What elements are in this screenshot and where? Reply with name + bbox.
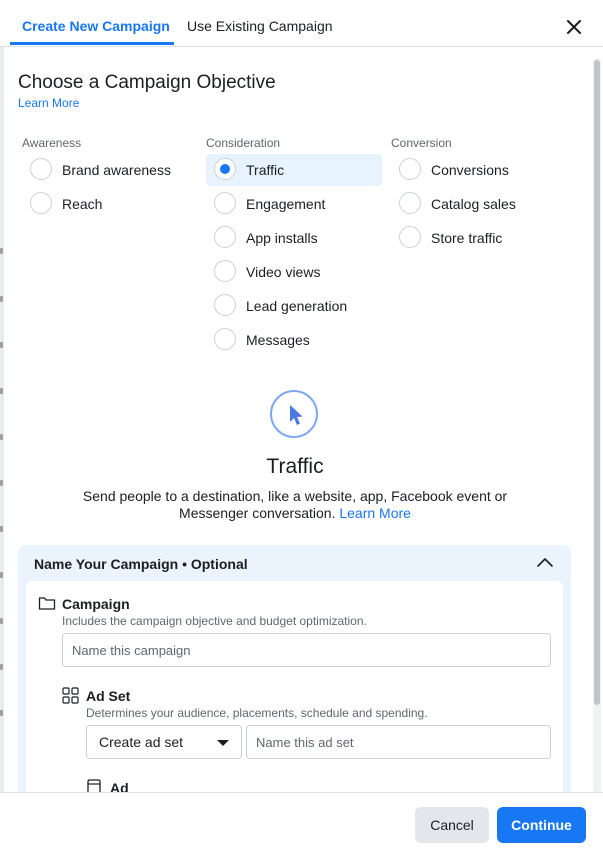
dialog-footer: Cancel Continue bbox=[0, 792, 603, 852]
column-title-consideration: Consideration bbox=[206, 136, 281, 150]
objective-description-text: Send people to a destination, like a web… bbox=[82, 488, 508, 521]
scrollbar[interactable] bbox=[593, 58, 601, 793]
objective-store-traffic[interactable]: Store traffic bbox=[391, 222, 567, 254]
objective-app-installs[interactable]: App installs bbox=[206, 222, 382, 254]
objective-label: Catalog sales bbox=[431, 196, 516, 212]
cancel-button[interactable]: Cancel bbox=[415, 807, 489, 843]
column-title-conversion: Conversion bbox=[391, 136, 452, 150]
objective-conversions[interactable]: Conversions bbox=[391, 154, 567, 186]
ad-set-description: Determines your audience, placements, sc… bbox=[86, 706, 428, 720]
edge-mark bbox=[0, 664, 3, 670]
page-title: Choose a Campaign Objective bbox=[18, 72, 276, 93]
edge-mark bbox=[0, 572, 3, 578]
radio-button[interactable] bbox=[399, 226, 421, 248]
radio-button[interactable] bbox=[30, 158, 52, 180]
tab-create-new-campaign[interactable]: Create New Campaign bbox=[22, 18, 170, 34]
grid-icon bbox=[62, 687, 80, 705]
edge-mark bbox=[0, 248, 3, 254]
objective-engagement[interactable]: Engagement bbox=[206, 188, 382, 220]
close-icon bbox=[567, 20, 581, 34]
objective-label: App installs bbox=[246, 230, 318, 246]
radio-button[interactable] bbox=[214, 260, 236, 282]
ad-set-name-input[interactable]: Name this ad set bbox=[246, 725, 551, 759]
objective-video-views[interactable]: Video views bbox=[206, 256, 382, 288]
learn-more-link[interactable]: Learn More bbox=[18, 96, 79, 110]
edge-mark bbox=[0, 342, 3, 348]
scrollbar-thumb[interactable] bbox=[594, 60, 600, 705]
ad-set-select[interactable]: Create ad set bbox=[86, 725, 242, 759]
campaign-description: Includes the campaign objective and budg… bbox=[62, 614, 367, 628]
radio-button[interactable] bbox=[214, 226, 236, 248]
ad-set-select-value: Create ad set bbox=[99, 734, 184, 750]
tab-use-existing-campaign[interactable]: Use Existing Campaign bbox=[187, 18, 333, 34]
ad-set-title: Ad Set bbox=[86, 688, 131, 704]
campaign-title: Campaign bbox=[62, 596, 130, 612]
folder-icon bbox=[38, 595, 56, 613]
edge-mark bbox=[0, 710, 3, 716]
objective-label: Engagement bbox=[246, 196, 326, 212]
objective-label: Traffic bbox=[246, 162, 285, 178]
section-header: Name Your Campaign • Optional bbox=[34, 556, 248, 572]
active-tab-indicator bbox=[10, 42, 174, 45]
continue-button[interactable]: Continue bbox=[497, 807, 586, 843]
column-title-awareness: Awareness bbox=[22, 136, 82, 150]
tab-bar: Create New Campaign Use Existing Campaig… bbox=[0, 0, 603, 47]
radio-button[interactable] bbox=[30, 192, 52, 214]
edge-mark bbox=[0, 526, 3, 532]
objective-label: Conversions bbox=[431, 162, 509, 178]
objective-label: Messages bbox=[246, 332, 310, 348]
objective-label: Reach bbox=[62, 196, 103, 212]
objective-catalog-sales[interactable]: Catalog sales bbox=[391, 188, 567, 220]
radio-button[interactable] bbox=[214, 294, 236, 316]
objective-messages[interactable]: Messages bbox=[206, 324, 382, 356]
radio-button[interactable] bbox=[214, 328, 236, 350]
objective-lead-generation[interactable]: Lead generation bbox=[206, 290, 382, 322]
objective-label: Brand awareness bbox=[62, 162, 171, 178]
background-edge bbox=[0, 0, 4, 851]
edge-mark bbox=[0, 296, 3, 302]
radio-button[interactable] bbox=[399, 192, 421, 214]
edge-mark bbox=[0, 480, 3, 486]
objective-label: Video views bbox=[246, 264, 321, 280]
objective-learn-more-link[interactable]: Learn More bbox=[339, 505, 411, 521]
cursor-icon bbox=[290, 405, 303, 425]
objective-title: Traffic bbox=[266, 455, 324, 478]
campaign-name-input[interactable]: Name this campaign bbox=[62, 633, 551, 667]
name-card: Campaign Includes the campaign objective… bbox=[26, 581, 563, 811]
name-campaign-section: Name Your Campaign • Optional Campaign I… bbox=[18, 545, 571, 811]
objective-label: Lead generation bbox=[246, 298, 348, 314]
edge-mark bbox=[0, 618, 3, 624]
close-button[interactable] bbox=[561, 14, 587, 40]
radio-button-selected[interactable] bbox=[214, 158, 236, 180]
caret-down-icon bbox=[217, 740, 229, 746]
radio-button[interactable] bbox=[399, 158, 421, 180]
collapse-button[interactable] bbox=[535, 555, 555, 571]
radio-button[interactable] bbox=[214, 192, 236, 214]
objective-label: Store traffic bbox=[431, 230, 503, 246]
chevron-up-icon bbox=[537, 558, 553, 567]
objective-traffic[interactable]: Traffic bbox=[206, 154, 382, 186]
objective-reach[interactable]: Reach bbox=[22, 188, 198, 220]
objective-brand-awareness[interactable]: Brand awareness bbox=[22, 154, 198, 186]
objective-icon-circle bbox=[270, 390, 318, 438]
edge-mark bbox=[0, 434, 3, 440]
edge-mark bbox=[0, 388, 3, 394]
objective-description: Send people to a destination, like a web… bbox=[78, 488, 512, 522]
